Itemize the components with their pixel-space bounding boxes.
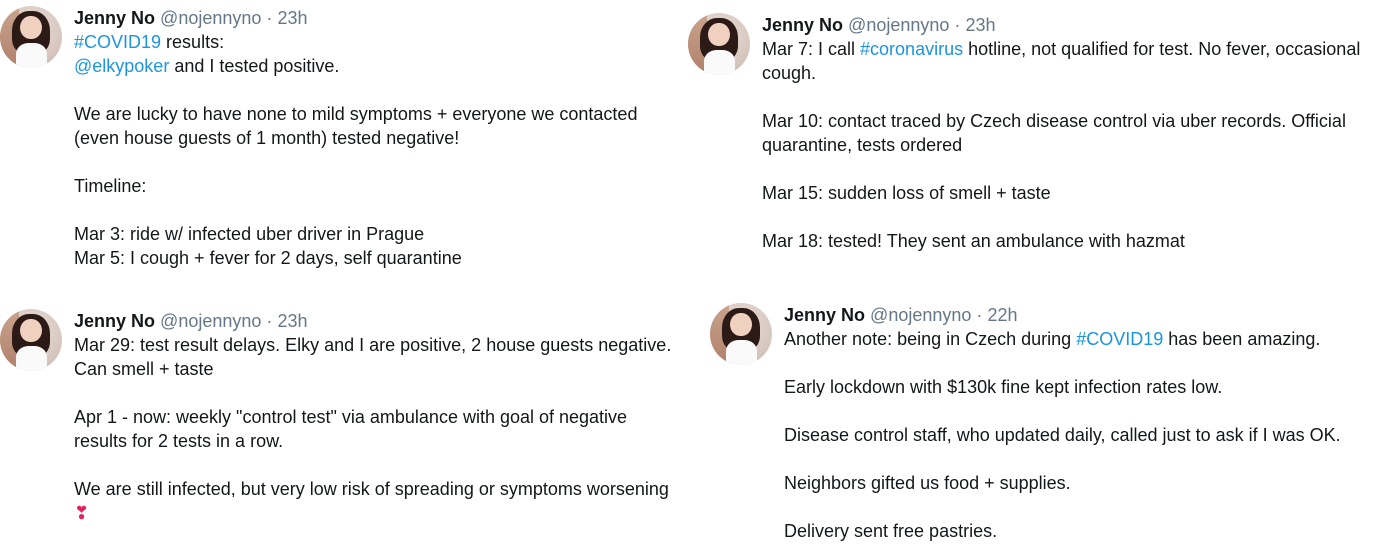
tweet-text: Early lockdown with $130k fine kept infe… xyxy=(784,377,1223,397)
tweet-body: Mar 29: test result delays. Elky and I a… xyxy=(74,333,671,525)
tweet-line: #COVID19 results: xyxy=(74,30,637,54)
tweet-text: Mar 7: I call xyxy=(762,39,861,59)
heart-icon: ❣ xyxy=(74,503,90,523)
tweet-line: Mar 18: tested! They sent an ambulance w… xyxy=(762,229,1360,253)
tweet-line xyxy=(74,150,637,174)
tweet-line: Mar 10: contact traced by Czech disease … xyxy=(762,109,1360,133)
author-name[interactable]: Jenny No xyxy=(762,15,843,35)
tweet-text: Mar 3: ride w/ infected uber driver in P… xyxy=(74,224,425,244)
tweet-line: We are still infected, but very low risk… xyxy=(74,477,671,501)
author-name[interactable]: Jenny No xyxy=(74,8,155,28)
tweet-line: Timeline: xyxy=(74,174,637,198)
tweet-line: Can smell + taste xyxy=(74,357,671,381)
tweet-text: Can smell + taste xyxy=(74,359,214,379)
tweet-4[interactable]: Jenny No @nojennyno · 22h Another note: … xyxy=(710,303,1398,557)
separator: · xyxy=(266,8,273,28)
timestamp[interactable]: 23h xyxy=(277,311,307,331)
tweet-line: Neighbors gifted us food + supplies. xyxy=(784,471,1341,495)
tweet-2[interactable]: Jenny No @nojennyno · 23h Mar 7: I call … xyxy=(688,13,1398,263)
hashtag-link[interactable]: #coronavirus xyxy=(860,39,963,59)
author-handle[interactable]: @nojennyno xyxy=(160,311,261,331)
tweet-line xyxy=(762,205,1360,229)
tweet-text: quarantine, tests ordered xyxy=(762,135,963,155)
tweet-text: Mar 5: I cough + fever for 2 days, self … xyxy=(74,248,462,268)
tweet-line: Early lockdown with $130k fine kept infe… xyxy=(784,375,1341,399)
hashtag-link[interactable]: #COVID19 xyxy=(74,32,161,52)
tweet-text: Mar 18: tested! They sent an ambulance w… xyxy=(762,231,1185,251)
timestamp[interactable]: 22h xyxy=(987,305,1017,325)
tweet-line xyxy=(784,351,1341,375)
tweet-line: results for 2 tests in a row. xyxy=(74,429,671,453)
tweet-line xyxy=(784,399,1341,423)
tweet-line: Another note: being in Czech during #COV… xyxy=(784,327,1341,351)
tweet-body: Another note: being in Czech during #COV… xyxy=(784,327,1341,543)
tweet-header: Jenny No @nojennyno · 22h xyxy=(784,303,1341,327)
tweet-text: has been amazing. xyxy=(1163,329,1321,349)
avatar[interactable] xyxy=(688,13,750,75)
separator: · xyxy=(954,15,961,35)
tweet-text: hotline, not qualified for test. No feve… xyxy=(963,39,1361,59)
tweet-line: Mar 15: sudden loss of smell + taste xyxy=(762,181,1360,205)
tweet-text: Mar 10: contact traced by Czech disease … xyxy=(762,111,1346,131)
tweet-line xyxy=(762,85,1360,109)
tweet-text: Neighbors gifted us food + supplies. xyxy=(784,473,1071,493)
separator: · xyxy=(976,305,983,325)
tweet-line: Mar 5: I cough + fever for 2 days, self … xyxy=(74,246,637,270)
tweet-text: results for 2 tests in a row. xyxy=(74,431,284,451)
author-handle[interactable]: @nojennyno xyxy=(870,305,971,325)
tweet-line: Delivery sent free pastries. xyxy=(784,519,1341,543)
tweet-line: Mar 29: test result delays. Elky and I a… xyxy=(74,333,671,357)
tweet-text: cough. xyxy=(762,63,817,83)
author-name[interactable]: Jenny No xyxy=(784,305,865,325)
author-handle[interactable]: @nojennyno xyxy=(848,15,949,35)
tweet-line xyxy=(74,453,671,477)
tweet-header: Jenny No @nojennyno · 23h xyxy=(74,6,637,30)
tweet-line xyxy=(784,447,1341,471)
tweet-line xyxy=(784,495,1341,519)
tweet-text: We are lucky to have none to mild sympto… xyxy=(74,104,638,124)
hashtag-link[interactable]: #COVID19 xyxy=(1076,329,1163,349)
tweet-text: Timeline: xyxy=(74,176,147,196)
tweet-body: Mar 7: I call #coronavirus hotline, not … xyxy=(762,37,1360,253)
tweet-text: Mar 29: test result delays. Elky and I a… xyxy=(74,335,672,355)
author-handle[interactable]: @nojennyno xyxy=(160,8,261,28)
tweet-line xyxy=(74,381,671,405)
tweet-text: Mar 15: sudden loss of smell + taste xyxy=(762,183,1051,203)
tweet-text: Another note: being in Czech during xyxy=(784,329,1077,349)
tweet-line xyxy=(74,78,637,102)
tweet-1[interactable]: Jenny No @nojennyno · 23h #COVID19 resul… xyxy=(0,6,690,276)
tweet-line: cough. xyxy=(762,61,1360,85)
avatar[interactable] xyxy=(0,309,62,371)
tweet-body: #COVID19 results: @elkypoker and I tested… xyxy=(74,30,637,270)
tweet-line: We are lucky to have none to mild sympto… xyxy=(74,102,637,126)
tweet-line: Mar 7: I call #coronavirus hotline, not … xyxy=(762,37,1360,61)
separator: · xyxy=(266,311,273,331)
mention-link[interactable]: @elkypoker xyxy=(74,56,169,76)
timestamp[interactable]: 23h xyxy=(277,8,307,28)
tweet-line xyxy=(74,198,637,222)
tweet-text: (even house guests of 1 month) tested ne… xyxy=(74,128,460,148)
avatar[interactable] xyxy=(710,303,772,365)
tweet-header: Jenny No @nojennyno · 23h xyxy=(762,13,1360,37)
tweet-line: @elkypoker and I tested positive. xyxy=(74,54,637,78)
tweet-line: Mar 3: ride w/ infected uber driver in P… xyxy=(74,222,637,246)
avatar[interactable] xyxy=(0,6,62,68)
tweet-3[interactable]: Jenny No @nojennyno · 23h Mar 29: test r… xyxy=(0,309,700,549)
tweet-text: and I tested positive. xyxy=(169,56,340,76)
author-name[interactable]: Jenny No xyxy=(74,311,155,331)
tweet-line: quarantine, tests ordered xyxy=(762,133,1360,157)
tweet-line: Apr 1 - now: weekly "control test" via a… xyxy=(74,405,671,429)
tweet-text: Apr 1 - now: weekly "control test" via a… xyxy=(74,407,628,427)
tweet-line: (even house guests of 1 month) tested ne… xyxy=(74,126,637,150)
tweet-text: results: xyxy=(161,32,225,52)
tweet-line: Disease control staff, who updated daily… xyxy=(784,423,1341,447)
tweet-text: We are still infected, but very low risk… xyxy=(74,479,669,499)
tweet-line xyxy=(762,157,1360,181)
tweet-text: Delivery sent free pastries. xyxy=(784,521,998,541)
tweet-header: Jenny No @nojennyno · 23h xyxy=(74,309,671,333)
timestamp[interactable]: 23h xyxy=(965,15,995,35)
tweet-line: ❣ xyxy=(74,501,671,525)
tweet-text: Disease control staff, who updated daily… xyxy=(784,425,1341,445)
